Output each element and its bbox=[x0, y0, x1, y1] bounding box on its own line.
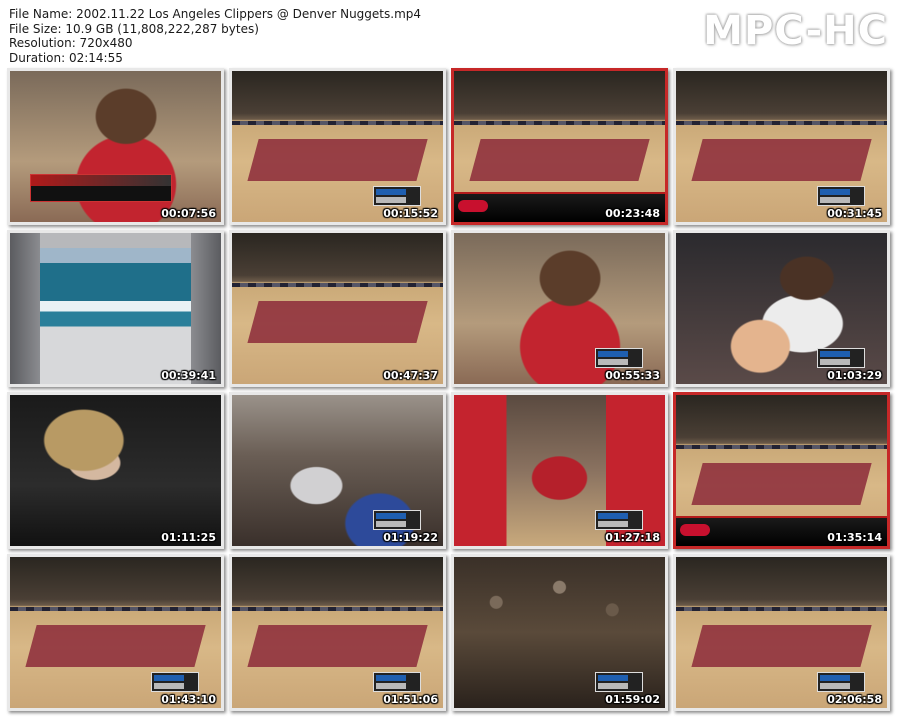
score-bug bbox=[595, 348, 643, 368]
mpc-hc-logo: MPC-HC bbox=[703, 8, 888, 54]
thumbnail: 01:27:18 bbox=[451, 392, 668, 549]
timestamp: 01:35:14 bbox=[827, 531, 882, 544]
timestamp: 01:43:10 bbox=[161, 693, 216, 706]
timestamp: 00:55:33 bbox=[605, 369, 660, 382]
thumbnail: 00:47:37 bbox=[229, 230, 446, 387]
thumbnail: 01:59:02 bbox=[451, 554, 668, 711]
thumbnail: 01:51:06 bbox=[229, 554, 446, 711]
file-info: File Name: 2002.11.22 Los Angeles Clippe… bbox=[9, 7, 421, 65]
timestamp: 00:47:37 bbox=[383, 369, 438, 382]
thumbnail: 00:31:45 bbox=[673, 68, 890, 225]
thumbnail: 01:03:29 bbox=[673, 230, 890, 387]
score-bug bbox=[817, 186, 865, 206]
score-bug bbox=[595, 672, 643, 692]
timestamp: 02:06:58 bbox=[827, 693, 882, 706]
timestamp: 01:11:25 bbox=[161, 531, 216, 544]
timestamp: 00:39:41 bbox=[161, 369, 216, 382]
timestamp: 01:59:02 bbox=[605, 693, 660, 706]
player-name-graphic bbox=[30, 174, 172, 202]
thumbnail: 00:07:56 bbox=[7, 68, 224, 225]
timestamp: 01:27:18 bbox=[605, 531, 660, 544]
resolution: Resolution: 720x480 bbox=[9, 36, 133, 50]
timestamp: 00:15:52 bbox=[383, 207, 438, 220]
thumbnail-grid: 00:07:56 00:15:52 00:23:48 00:31:45 00:3… bbox=[7, 68, 893, 711]
timestamp: 01:19:22 bbox=[383, 531, 438, 544]
score-bug bbox=[595, 510, 643, 530]
file-size: File Size: 10.9 GB (11,808,222,287 bytes… bbox=[9, 21, 259, 36]
frame-image bbox=[232, 233, 443, 384]
thumbnail: 00:39:41 bbox=[7, 230, 224, 387]
score-bug bbox=[373, 672, 421, 692]
timestamp: 00:23:48 bbox=[605, 207, 660, 220]
timestamp: 01:03:29 bbox=[827, 369, 882, 382]
thumbnail: 00:55:33 bbox=[451, 230, 668, 387]
timestamp: 01:51:06 bbox=[383, 693, 438, 706]
thumbnail: 01:19:22 bbox=[229, 392, 446, 549]
duration: Duration: 02:14:55 bbox=[9, 50, 123, 65]
score-bug bbox=[373, 186, 421, 206]
thumbnail: 01:11:25 bbox=[7, 392, 224, 549]
espn-logo-icon bbox=[680, 524, 710, 536]
thumbnail: 01:43:10 bbox=[7, 554, 224, 711]
file-name: File Name: 2002.11.22 Los Angeles Clippe… bbox=[9, 7, 422, 21]
timestamp: 00:07:56 bbox=[161, 207, 216, 220]
score-bug bbox=[817, 348, 865, 368]
score-bug bbox=[817, 672, 865, 692]
thumbnail: 02:06:58 bbox=[673, 554, 890, 711]
thumbnail: 00:15:52 bbox=[229, 68, 446, 225]
timestamp: 00:31:45 bbox=[827, 207, 882, 220]
frame-image bbox=[10, 233, 221, 384]
espn-logo-icon bbox=[458, 200, 488, 212]
score-bug bbox=[151, 672, 199, 692]
score-bug bbox=[373, 510, 421, 530]
thumbnail: 01:35:14 bbox=[673, 392, 890, 549]
frame-image bbox=[10, 395, 221, 546]
thumbnail: 00:23:48 bbox=[451, 68, 668, 225]
